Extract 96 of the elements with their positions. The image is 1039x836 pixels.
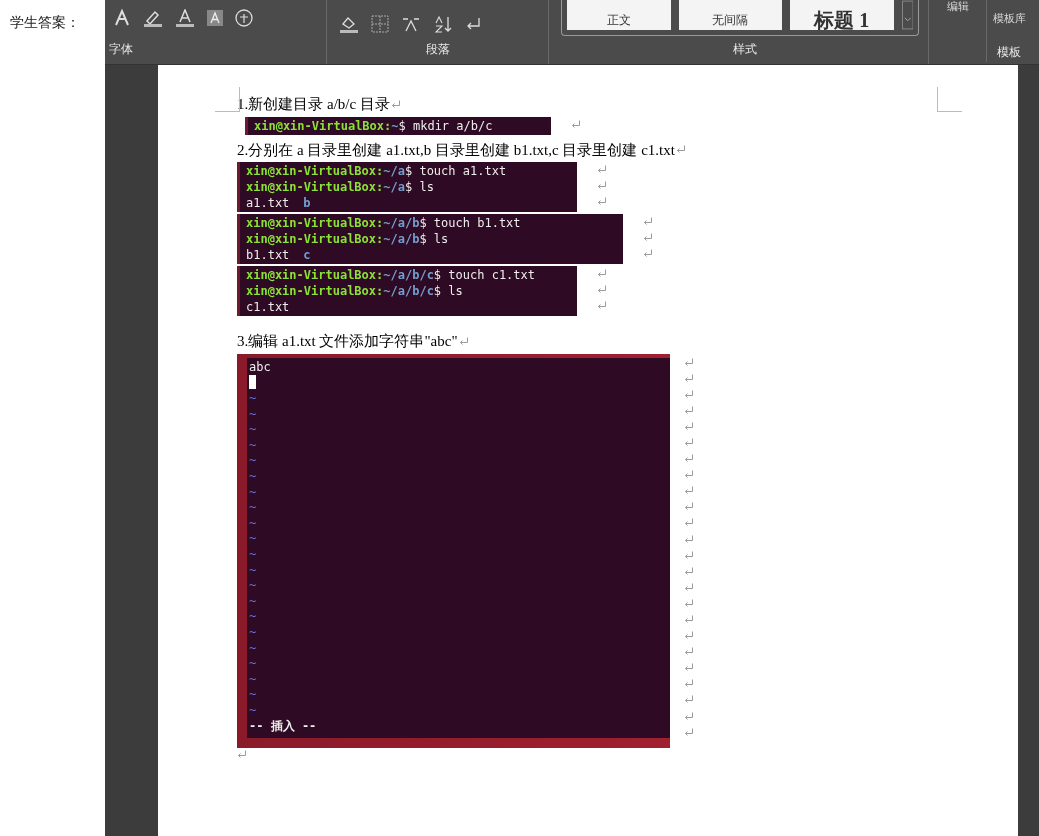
highlighter-icon[interactable]: [143, 9, 163, 27]
empty-line-marker: ~: [249, 531, 257, 548]
empty-line-marker: ~: [249, 562, 257, 579]
paragraph-mark-icon: [643, 217, 653, 226]
enclosed-character-icon[interactable]: [235, 9, 253, 27]
terminal-line: b1.txt c: [246, 247, 312, 263]
terminal-line: xin@xin-VirtualBox:~/a$ touch a1.txt: [246, 163, 508, 179]
margin-corner-mark: [215, 87, 240, 112]
paragraph-mark-icon: [684, 534, 694, 544]
paragraph-mark-icon: [684, 598, 694, 608]
style-tile[interactable]: 正文: [567, 0, 671, 30]
show-marks-icon[interactable]: [465, 16, 481, 32]
terminal-line: xin@xin-VirtualBox:~/a/b/c$ touch c1.txt: [246, 267, 536, 283]
paragraph-mark-icon: [684, 518, 694, 528]
paragraph-mark-icon: [643, 233, 653, 242]
terminal-line: c1.txt: [246, 299, 291, 315]
paragraph-mark-icon: [684, 486, 694, 496]
empty-line-marker: ~: [249, 500, 257, 516]
paragraph-mark-icon: [597, 301, 607, 310]
group-label: 模板: [997, 44, 1021, 61]
paragraph-mark-icon: [390, 99, 401, 109]
terminal-line: xin@xin-VirtualBox:~/a/b$ touch b1.txt: [246, 215, 522, 231]
paragraph-mark-icon: [684, 470, 694, 480]
empty-line-marker: ~: [249, 625, 257, 641]
group-label: 段落: [425, 41, 450, 58]
paragraph-mark-icon: [675, 145, 686, 155]
sort-icon[interactable]: [433, 15, 453, 33]
empty-line-marker: ~: [249, 391, 257, 407]
paragraph-mark-icon: [684, 631, 694, 641]
empty-line-marker: ~: [249, 422, 257, 438]
empty-line-marker: ~: [249, 469, 257, 485]
paragraph-mark-icon: [597, 285, 607, 294]
borders-icon[interactable]: [371, 15, 389, 33]
paragraph-mark-icon: [597, 269, 607, 278]
paragraph-mark-icon: [684, 437, 694, 447]
empty-line-marker: ~: [249, 578, 257, 594]
empty-line-marker: ~: [249, 640, 257, 657]
terminal-line: a1.txt b: [246, 195, 312, 211]
empty-line-marker: ~: [249, 484, 257, 501]
empty-line-marker: ~: [249, 593, 257, 610]
empty-line-marker: ~: [249, 687, 257, 703]
paragraph-mark-icon: [684, 695, 694, 705]
empty-line-marker: ~: [249, 453, 257, 470]
paragraph-mark-icon: [458, 336, 469, 346]
editing-button[interactable]: 编辑: [929, 0, 987, 62]
paragraph-mark-icon: [684, 679, 694, 689]
paragraph-mark-icon: [684, 405, 694, 415]
paragraph-mark-icon: [684, 727, 694, 737]
empty-line-marker: ~: [249, 547, 257, 563]
document-heading: 1.新创建目录 a/b/c 目录: [237, 95, 390, 114]
paragraph-mark-icon: [237, 750, 247, 760]
paragraph-mark-icon: [684, 647, 694, 657]
template-library-button[interactable]: 模板库: [992, 0, 1026, 36]
style-tile[interactable]: 标题 1: [790, 0, 894, 30]
paragraph-mark-icon: [684, 663, 694, 673]
group-label: 样式: [732, 41, 757, 58]
cursor-block: [249, 375, 256, 390]
empty-line-marker: ~: [249, 406, 257, 423]
paragraph-mark-icon: [684, 421, 694, 431]
paragraph-mark-icon: [684, 389, 694, 399]
document-heading: 2.分别在 a 目录里创建 a1.txt,b 目录里创建 b1.txt,c 目录里创建 c1.txt: [237, 140, 675, 160]
font-color-icon[interactable]: [175, 9, 195, 27]
paragraph-mark-icon: [597, 197, 607, 206]
editor-text: abc: [249, 359, 272, 376]
paragraph-mark-icon: [684, 454, 694, 464]
font-effects-icon[interactable]: [113, 9, 131, 27]
character-shading-icon[interactable]: [207, 10, 223, 26]
style-tile[interactable]: 无间隔: [678, 0, 782, 30]
paragraph-mark-icon: [684, 357, 694, 367]
empty-line-marker: ~: [249, 702, 257, 719]
answer-label: 学生答案：: [10, 14, 80, 30]
empty-line-marker: ~: [249, 515, 257, 532]
paragraph-mark-icon: [684, 373, 694, 383]
paragraph-mark-icon: [684, 550, 694, 560]
document-heading: 3.编辑 a1.txt 文件添加字符串"abc": [237, 332, 458, 351]
terminal-line: xin@xin-VirtualBox:~/a$ ls: [246, 179, 435, 195]
terminal-line: xin@xin-VirtualBox:~/a/b/c$ ls: [246, 283, 464, 299]
paragraph-mark-icon: [597, 181, 607, 190]
paragraph-mark-icon: [684, 502, 694, 512]
paragraph-mark-icon: [571, 119, 581, 129]
empty-line-marker: ~: [249, 656, 257, 672]
empty-line-marker: ~: [249, 609, 257, 625]
paragraph-mark-icon: [684, 582, 694, 592]
empty-line-marker: ~: [249, 437, 257, 454]
terminal-line: xin@xin-VirtualBox:~/a/b$ ls: [246, 231, 450, 247]
terminal-line: xin@xin-VirtualBox:~$ mkdir a/b/c: [254, 117, 494, 134]
paragraph-mark-icon: [684, 566, 694, 576]
margin-corner-mark: [937, 87, 962, 112]
empty-line-marker: ~: [249, 671, 257, 688]
paragraph-mark-icon: [597, 165, 607, 174]
paragraph-mark-icon: [643, 249, 653, 258]
paragraph-mark-icon: [684, 711, 694, 721]
mode-indicator: -- 插入 --: [249, 718, 317, 735]
fill-bucket-icon[interactable]: [339, 15, 359, 33]
group-label: 字体: [109, 41, 133, 58]
paragraph-mark-icon: [684, 615, 694, 624]
